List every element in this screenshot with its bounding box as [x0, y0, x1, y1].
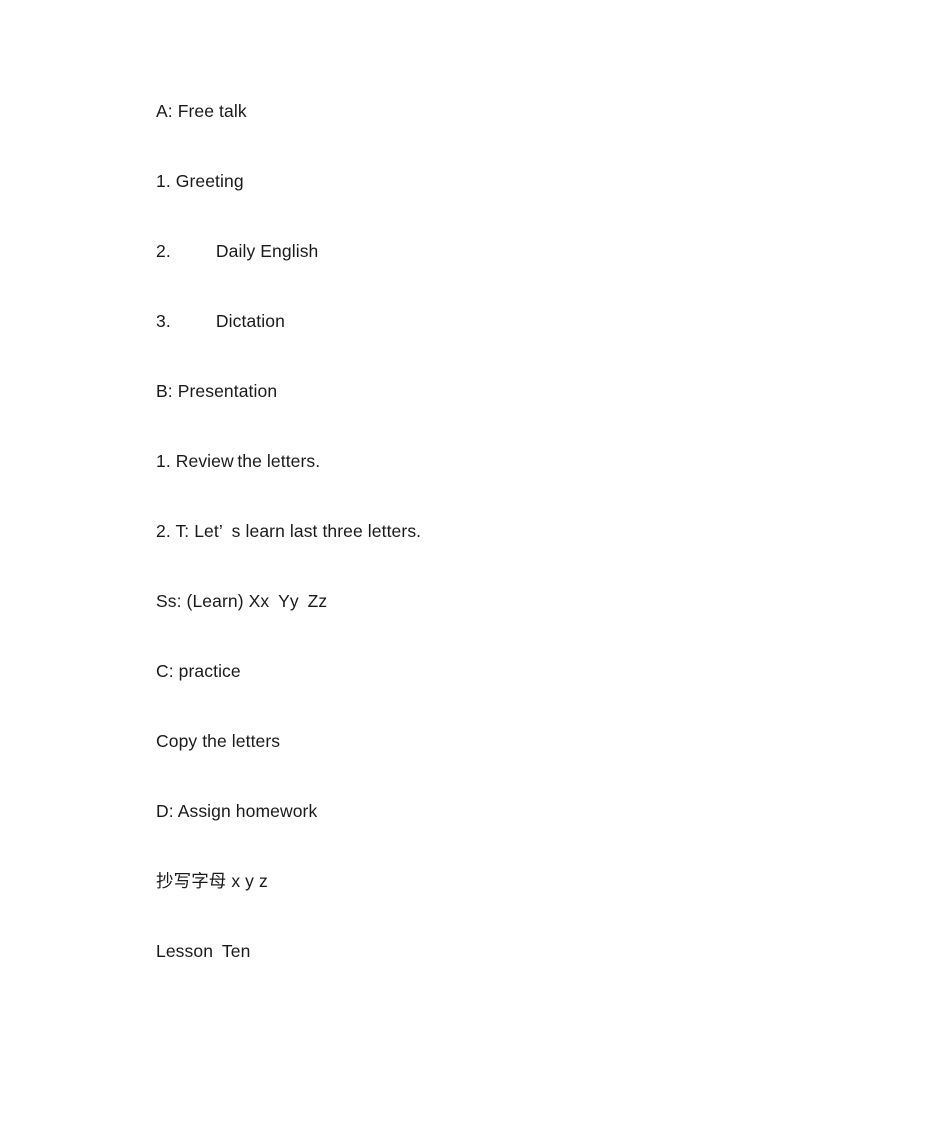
text-line-copy-letters: Copy the letters: [156, 731, 281, 751]
text-line-section-a: A: Free talk: [156, 101, 247, 121]
text-line-item-teacher: 2. T: Let’ s learn last three letters.: [156, 521, 422, 541]
text-line-section-b: B: Presentation: [156, 381, 278, 401]
text-line-item-dictation: 3. Dictation: [156, 311, 285, 331]
text-line-homework-chinese: 抄写字母 x y z: [156, 871, 268, 891]
text-line-section-c: C: practice: [156, 661, 241, 681]
text-line-lesson-title: Lesson Ten: [156, 941, 251, 961]
text-line-students: Ss: (Learn) Xx Yy Zz: [156, 591, 328, 611]
document-text-body: A: Free talk 1. Greeting 2. Daily Englis…: [156, 100, 856, 962]
document-page: A: Free talk 1. Greeting 2. Daily Englis…: [0, 0, 945, 1123]
text-line-item-greeting: 1. Greeting: [156, 171, 244, 191]
text-line-item-review: 1. Review the letters.: [156, 451, 321, 471]
text-line-item-daily-english: 2. Daily English: [156, 241, 319, 261]
text-line-section-d: D: Assign homework: [156, 801, 318, 821]
